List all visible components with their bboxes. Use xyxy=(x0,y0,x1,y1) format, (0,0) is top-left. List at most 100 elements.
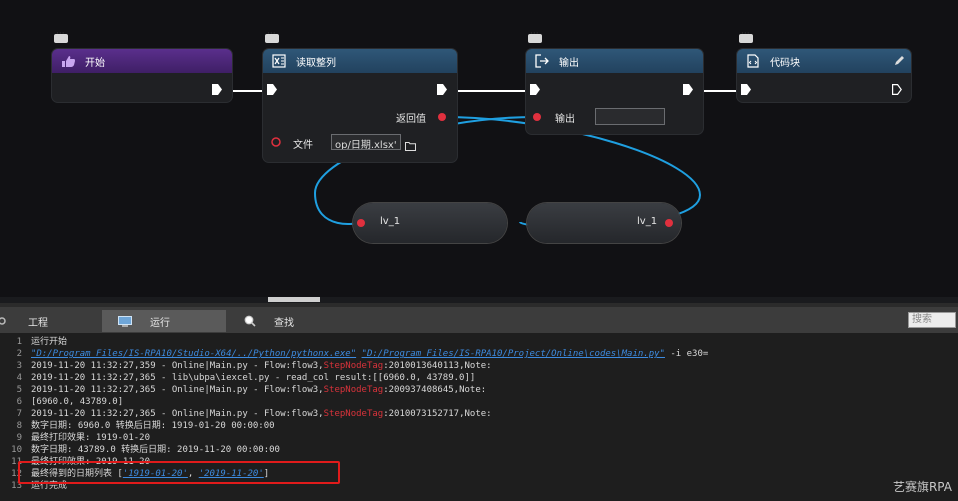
log-line: 4 2019-11-20 11:32:27,365 - lib\ubpa\iexc… xyxy=(0,372,958,384)
node-menu-handle[interactable] xyxy=(739,29,753,43)
log-text-segment: 2019-11-20 11:32:27,365 - lib\ubpa\iexce… xyxy=(31,373,476,383)
log-line-text: 2019-11-20 11:32:27,365 - Online|Main.py… xyxy=(31,384,486,396)
code-file-icon xyxy=(745,54,760,69)
flow-out-port[interactable] xyxy=(683,84,693,95)
tab-run[interactable]: 运行 xyxy=(102,310,226,332)
flow-in-port[interactable] xyxy=(741,84,751,95)
node-output-title: 输出 xyxy=(559,57,579,69)
hand-pointer-icon xyxy=(60,54,75,69)
file-path-input[interactable]: op/日期.xlsx' xyxy=(331,134,401,150)
search-input[interactable]: 搜索 xyxy=(908,312,956,328)
tab-label: 查找 xyxy=(274,317,294,329)
log-text-segment: 最终打印效果: 1919-01-20 xyxy=(31,433,151,443)
log-text-segment: 2019-11-20 11:32:27,365 - Online|Main.py… xyxy=(31,385,324,395)
log-line-text: 2019-11-20 11:32:27,365 - lib\ubpa\iexce… xyxy=(31,372,475,384)
highlight-annotation-box xyxy=(18,461,340,484)
flow-canvas[interactable]: 开始 读取整列 返回值 文件 op/日期.xlsx' 输出 xyxy=(0,0,958,297)
output-param-port[interactable] xyxy=(533,113,541,121)
log-line: 6 [6960.0, 43789.0] xyxy=(0,396,958,408)
file-param-port-icon[interactable] xyxy=(271,137,281,147)
log-line: 9 最终打印效果: 1919-01-20 xyxy=(0,432,958,444)
flow-out-port-empty[interactable] xyxy=(892,84,902,95)
node-menu-handle[interactable] xyxy=(54,29,68,43)
node-read-column[interactable]: 读取整列 返回值 文件 op/日期.xlsx' xyxy=(263,29,457,162)
node-read-header: 读取整列 xyxy=(263,49,457,73)
log-text-segment: 2019-11-20 11:32:27,365 - Online|Main.py… xyxy=(31,409,324,419)
flow-out-port[interactable] xyxy=(437,84,447,95)
search-icon xyxy=(244,315,256,327)
log-line-number: 3 xyxy=(16,361,22,371)
output-icon xyxy=(534,54,549,69)
variable-label: lv_1 xyxy=(380,216,401,227)
log-line-number: 10 xyxy=(11,445,22,455)
log-line: 3 2019-11-20 11:32:27,359 - Online|Main.p… xyxy=(0,360,958,372)
log-line-text: 2019-11-20 11:32:27,365 - Online|Main.py… xyxy=(31,408,492,420)
flow-in-port[interactable] xyxy=(267,84,277,95)
log-line: 7 2019-11-20 11:32:27,365 - Online|Main.p… xyxy=(0,408,958,420)
log-file-link[interactable]: "D:/Program Files/IS-RPA10/Project/Onlin… xyxy=(362,349,665,359)
log-line-number: 2 xyxy=(16,349,22,359)
variable-out-port[interactable] xyxy=(665,219,673,227)
return-value-label: 返回值 xyxy=(396,114,426,125)
variable-node-right[interactable]: lv_1 xyxy=(527,203,681,243)
log-line-number: 8 xyxy=(16,421,22,431)
node-start-header: 开始 xyxy=(52,49,232,73)
gear-icon xyxy=(0,315,8,327)
wires-layer xyxy=(221,90,742,228)
log-line-number: 9 xyxy=(16,433,22,443)
log-line-text: "D:/Program Files/IS-RPA10/Studio-X64/..… xyxy=(31,348,708,360)
output-param-label: 输出 xyxy=(555,114,575,125)
log-step-tag: StepNodeTag xyxy=(323,361,384,371)
log-line-number: 6 xyxy=(16,397,22,407)
tab-project[interactable]: 工程 xyxy=(0,310,100,332)
flow-out-port[interactable] xyxy=(212,84,222,95)
bottom-panel: 工程 运行 查找 搜索 1 运行开始 2 "D:/Program Files/IS-R… xyxy=(0,303,958,501)
log-text-segment: 数字日期: 6960.0 转换后日期: 1919-01-20 00:00:00 xyxy=(31,421,275,431)
log-line-text: 运行开始 xyxy=(31,336,67,348)
scrollbar-thumb[interactable] xyxy=(268,297,320,302)
flow-in-port[interactable] xyxy=(530,84,540,95)
tab-label: 运行 xyxy=(150,317,170,329)
log-step-tag: StepNodeTag xyxy=(323,385,384,395)
node-read-title: 读取整列 xyxy=(296,57,336,69)
tab-label: 工程 xyxy=(28,317,48,329)
edit-pencil-icon[interactable] xyxy=(894,55,905,69)
output-param-input[interactable] xyxy=(595,108,665,125)
node-output-header: 输出 xyxy=(526,49,703,73)
node-start[interactable]: 开始 xyxy=(52,29,232,102)
excel-icon xyxy=(271,54,286,69)
panel-tab-bar: 工程 运行 查找 搜索 xyxy=(0,307,958,333)
log-line: 8 数字日期: 6960.0 转换后日期: 1919-01-20 00:00:00 xyxy=(0,420,958,432)
log-line-text: 2019-11-20 11:32:27,359 - Online|Main.py… xyxy=(31,360,492,372)
node-start-title: 开始 xyxy=(85,57,105,69)
node-code-header: 代码块 xyxy=(737,49,911,73)
log-text-segment: [6960.0, 43789.0] xyxy=(31,397,124,407)
log-file-link[interactable]: "D:/Program Files/IS-RPA10/Studio-X64/..… xyxy=(31,349,356,359)
log-line: 2 "D:/Program Files/IS-RPA10/Studio-X64/.… xyxy=(0,348,958,360)
tab-search[interactable]: 查找 xyxy=(244,310,344,332)
log-line-text: [6960.0, 43789.0] xyxy=(31,396,123,408)
variable-label: lv_1 xyxy=(637,216,658,227)
log-line-number: 7 xyxy=(16,409,22,419)
log-line-number: 4 xyxy=(16,373,22,383)
log-text-segment: -i e30= xyxy=(664,349,709,359)
node-output[interactable]: 输出 输出 xyxy=(526,29,703,134)
log-line-number: 1 xyxy=(16,337,22,347)
log-line-number: 5 xyxy=(16,385,22,395)
log-line-text: 最终打印效果: 1919-01-20 xyxy=(31,432,150,444)
variable-node-left[interactable]: lv_1 xyxy=(353,203,507,243)
return-value-port[interactable] xyxy=(438,113,446,121)
log-line-text: 数字日期: 43789.0 转换后日期: 2019-11-20 00:00:00 xyxy=(31,444,280,456)
file-param-label: 文件 xyxy=(293,140,313,151)
log-text-segment: :2010013640113,Note: xyxy=(383,361,492,371)
node-menu-handle[interactable] xyxy=(528,29,542,43)
log-step-tag: StepNodeTag xyxy=(323,409,384,419)
folder-icon[interactable] xyxy=(405,136,416,155)
node-menu-handle[interactable] xyxy=(265,29,279,43)
watermark-text: 艺赛旗RPA xyxy=(892,480,952,494)
monitor-icon xyxy=(118,315,132,327)
log-text-segment: 运行开始 xyxy=(31,337,68,347)
variable-in-port[interactable] xyxy=(357,219,365,227)
node-code-block[interactable]: 代码块 xyxy=(737,29,911,102)
log-text-segment: :2010073152717,Note: xyxy=(383,409,492,419)
